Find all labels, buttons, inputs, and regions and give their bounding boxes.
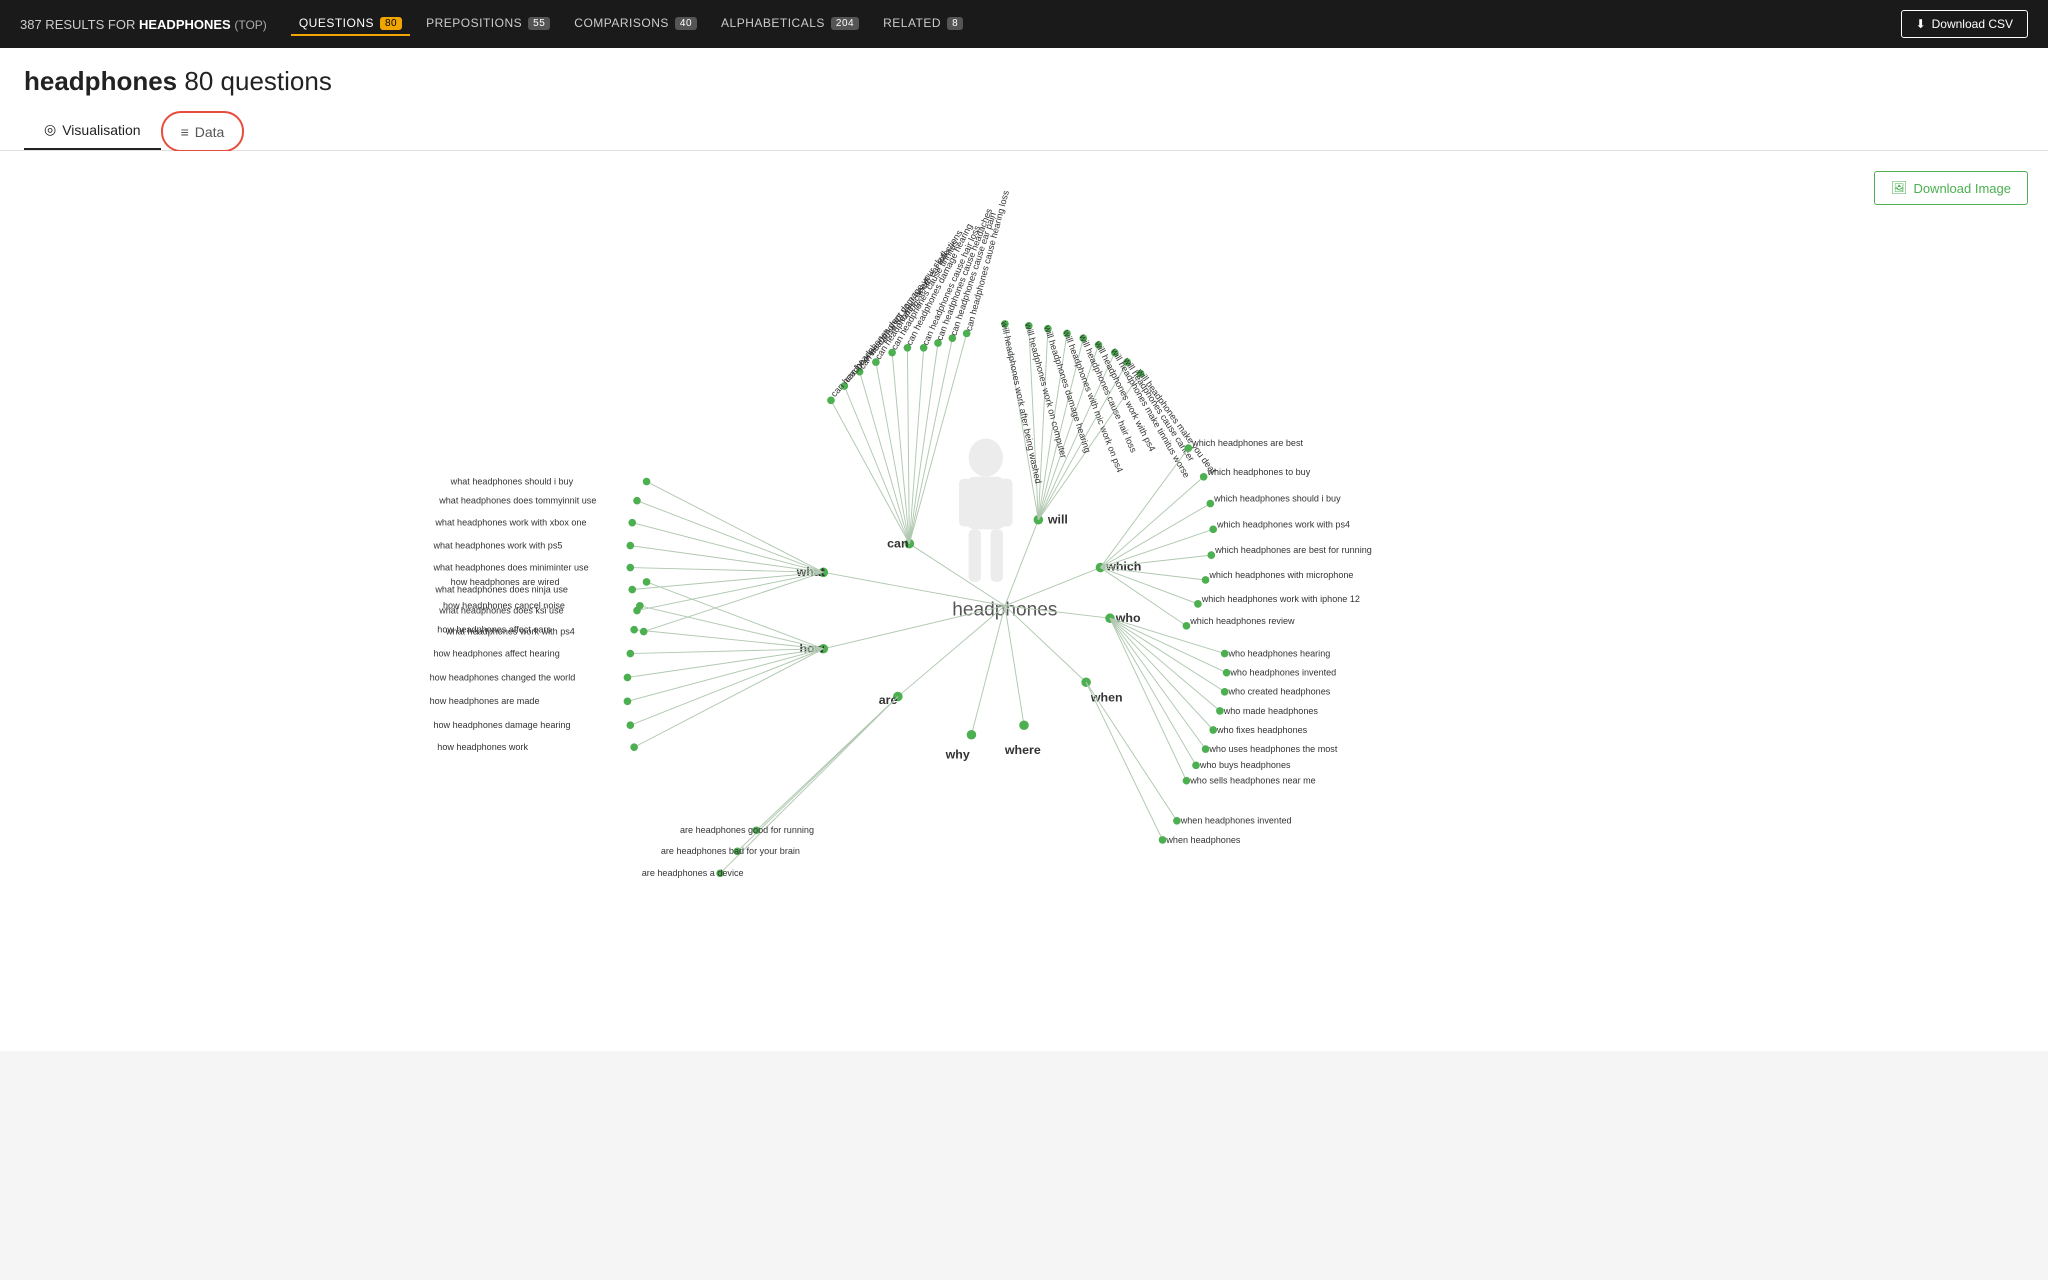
svg-text:what headphones does ninja use: what headphones does ninja use (434, 584, 568, 594)
page-title: headphones 80 questions (24, 66, 2024, 97)
svg-text:which headphones are best for: which headphones are best for running (1214, 545, 1372, 555)
download-icon: ⬇ (1916, 17, 1926, 31)
nav-tab-questions[interactable]: QUESTIONS80 (291, 12, 410, 36)
svg-text:who made headphones: who made headphones (1223, 706, 1319, 716)
svg-text:are headphones good for runnin: are headphones good for running (680, 825, 814, 835)
svg-text:which headphones are best: which headphones are best (1191, 438, 1303, 448)
svg-text:which headphones should i buy: which headphones should i buy (1213, 494, 1341, 504)
svg-text:who headphones invented: who headphones invented (1229, 668, 1336, 678)
svg-text:how headphones changed the wor: how headphones changed the world (430, 672, 576, 682)
svg-text:what headphones should i buy: what headphones should i buy (450, 476, 574, 486)
svg-text:which headphones work with iph: which headphones work with iphone 12 (1201, 594, 1360, 604)
svg-text:who: who (1115, 611, 1141, 625)
nav-tab-related[interactable]: RELATED8 (875, 12, 971, 36)
svg-text:where: where (1004, 743, 1041, 757)
nav-tab-alphabeticals[interactable]: ALPHABETICALS204 (713, 12, 867, 36)
svg-text:are headphones a device: are headphones a device (642, 868, 744, 878)
tab-visualisation[interactable]: ◎ Visualisation (24, 111, 161, 150)
svg-text:who created headphones: who created headphones (1227, 687, 1330, 697)
svg-text:what headphones work with ps5: what headphones work with ps5 (432, 540, 562, 550)
svg-text:who buys headphones: who buys headphones (1199, 760, 1291, 770)
svg-text:who headphones hearing: who headphones hearing (1227, 648, 1330, 658)
svg-text:how headphones are made: how headphones are made (430, 696, 540, 706)
nav-tabs: QUESTIONS80 PREPOSITIONS55 COMPARISONS40 AL… (291, 12, 1877, 36)
results-label: 387 RESULTS FOR HEADPHONES (TOP) (20, 17, 267, 32)
svg-text:how headphones work: how headphones work (437, 742, 528, 752)
svg-text:how headphones damage hearing: how headphones damage hearing (433, 720, 570, 730)
svg-text:which headphones to buy: which headphones to buy (1206, 467, 1310, 477)
svg-text:what headphones work with xbox: what headphones work with xbox one (434, 518, 586, 528)
nav-tab-prepositions[interactable]: PREPOSITIONS55 (418, 12, 558, 36)
svg-text:what headphones does tommyinni: what headphones does tommyinnit use (438, 496, 596, 506)
svg-text:how headphones affect hearing: how headphones affect hearing (433, 648, 559, 658)
svg-text:when headphones invented: when headphones invented (1180, 816, 1292, 826)
svg-text:what headphones does ksi use: what headphones does ksi use (438, 605, 563, 615)
svg-text:when: when (1090, 690, 1123, 704)
visualization-container: headphones can (20, 171, 2028, 1031)
svg-text:which headphones work with ps4: which headphones work with ps4 (1216, 519, 1350, 529)
sub-header: headphones 80 questions ◎ Visualisation … (0, 48, 2048, 151)
svg-text:are headphones bad for your br: are headphones bad for your brain (661, 846, 800, 856)
list-icon: ≡ (181, 124, 189, 140)
view-tabs: ◎ Visualisation ≡ Data (24, 111, 2024, 150)
nav-tab-comparisons[interactable]: COMPARISONS40 (566, 12, 705, 36)
svg-text:can: can (887, 536, 908, 550)
svg-text:will: will (1047, 513, 1068, 527)
svg-text:what headphones does miniminte: what headphones does miniminter use (432, 562, 588, 572)
svg-text:when headphones: when headphones (1165, 835, 1241, 845)
svg-text:why: why (945, 748, 970, 762)
svg-text:what headphones work with ps4: what headphones work with ps4 (445, 626, 575, 636)
svg-text:who fixes headphones: who fixes headphones (1216, 725, 1308, 735)
main-content: 🖼 Download Image headphones can (0, 151, 2048, 1051)
mind-map-svg: headphones can (20, 171, 2028, 1031)
top-navigation: 387 RESULTS FOR HEADPHONES (TOP) QUESTIO… (0, 0, 2048, 48)
svg-text:which headphones with micropho: which headphones with microphone (1208, 570, 1353, 580)
download-csv-button[interactable]: ⬇ Download CSV (1901, 10, 2028, 38)
tab-data[interactable]: ≡ Data (161, 111, 245, 152)
circle-icon: ◎ (44, 121, 56, 138)
svg-text:who sells headphones near me: who sells headphones near me (1189, 776, 1315, 786)
svg-text:which headphones review: which headphones review (1189, 616, 1295, 626)
svg-text:who uses headphones the most: who uses headphones the most (1208, 744, 1337, 754)
